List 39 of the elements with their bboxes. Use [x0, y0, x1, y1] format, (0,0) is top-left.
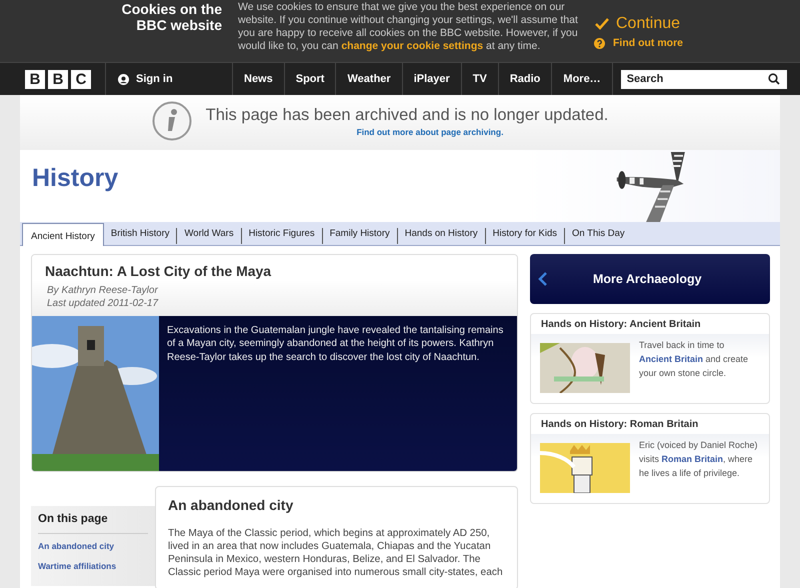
promo-link[interactable]: Ancient Britain: [639, 354, 704, 364]
promo-description: Eric (voiced by Daniel Roche) visits Roman Britain, where he lives a life of privilege.: [639, 439, 759, 480]
last-updated-date: Last updated 2011-02-17: [47, 297, 160, 310]
more-archaeology-banner[interactable]: More Archaeology: [530, 254, 770, 304]
section-text: The Maya of the Classic period, which begins at approximately AD 250, lived in an area that now includes Guatemala, Chiapas and the Yucatan Peninsula in Mexico, western Honduras, Belize, and El Salvador. The Classic period Maya were organised into numerous small city-states, each: [168, 527, 504, 579]
tab[interactable]: World Wars: [177, 228, 242, 244]
tab[interactable]: British History: [104, 228, 178, 244]
info-icon: [152, 101, 192, 141]
cookie-banner-title: Cookies on the BBC website: [120, 1, 222, 35]
help-icon: [594, 38, 605, 48]
promo-description: Travel back in time to Ancient Britain and create your own stone circle.: [639, 339, 750, 380]
article-summary: Excavations in the Guatemalan jungle have revealed the tantalising remains of a Mayan city, seemingly abandoned at the height of its powers. Kathryn Reese-Taylor takes up the search to discover the lost city of Naachtun.: [167, 324, 504, 365]
banner-title: More Archaeology: [593, 272, 702, 286]
tab[interactable]: On This Day: [565, 228, 632, 244]
find-out-more-link[interactable]: Find out more: [594, 37, 683, 49]
article-title: Naachtun: A Lost City of the Maya: [45, 263, 272, 279]
archive-info-link[interactable]: Find out more about page archiving.: [356, 127, 504, 137]
promo-link[interactable]: Roman Britain: [662, 454, 724, 464]
promo-title[interactable]: Hands on History: Ancient Britain: [531, 314, 769, 334]
page-section-link[interactable]: An abandoned city: [38, 541, 148, 551]
bbc-logo[interactable]: B B C: [0, 63, 106, 95]
check-icon: [594, 17, 610, 31]
site-title: History: [32, 164, 118, 193]
continue-button[interactable]: Continue: [594, 15, 680, 33]
page-section-link[interactable]: Wartime affiliations: [38, 561, 148, 571]
cookie-message: We use cookies to ensure that we give you the best experience on our website. If you continue without changing your settings, we'll assume that you are happy to receive all cookies on the BBC website. However, if you would like to, you can change your cookie settings at any time.: [238, 1, 578, 54]
tab[interactable]: Historic Figures: [242, 228, 323, 244]
promo-title[interactable]: Hands on History: Roman Britain: [531, 414, 769, 434]
tab[interactable]: History for Kids: [486, 228, 566, 244]
tab[interactable]: Family History: [322, 228, 398, 244]
archive-message: This page has been archived and is no longer updated.: [206, 106, 608, 124]
search-field[interactable]: Search: [620, 70, 787, 88]
tab[interactable]: Ancient History: [22, 223, 104, 246]
tab[interactable]: Hands on History: [398, 228, 486, 244]
search-icon[interactable]: [768, 73, 780, 85]
section-heading: An abandoned city: [168, 497, 294, 513]
article-byline: By Kathryn Reese-Taylor: [47, 284, 159, 297]
user-icon: [118, 74, 129, 84]
panel-heading: On this page: [38, 513, 148, 534]
